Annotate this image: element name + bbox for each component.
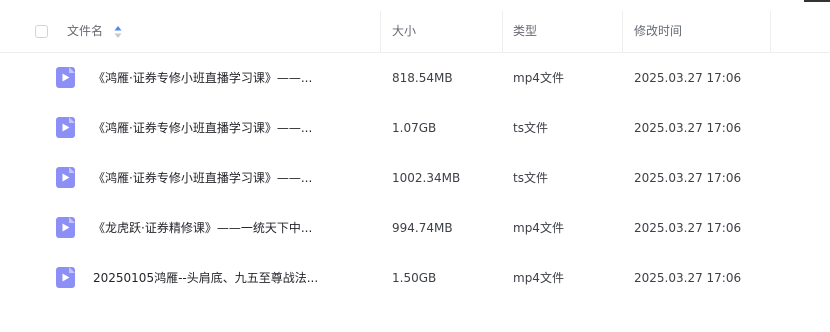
file-type: ts文件 — [513, 121, 548, 135]
file-name[interactable]: 《龙虎跃·证券精修课》——一统天下中... — [93, 203, 312, 253]
file-name[interactable]: 《鸿雁·证券专修小班直播学习课》——... — [93, 153, 312, 203]
file-name[interactable]: 《鸿雁·证券专修小班直播学习课》——... — [93, 103, 312, 153]
file-size: 818.54MB — [392, 71, 453, 85]
file-modified: 2025.03.27 17:06 — [634, 271, 742, 285]
column-header-modified[interactable]: 修改时间 — [634, 11, 682, 52]
file-row[interactable]: 《龙虎跃·证券精修课》——一统天下中... 994.74MB mp4文件 202… — [0, 203, 830, 253]
file-row[interactable]: 20250105鸿雁--头肩底、九五至尊战法... 1.50GB mp4文件 2… — [0, 253, 830, 303]
file-name[interactable]: 20250105鸿雁--头肩底、九五至尊战法... — [93, 253, 318, 303]
column-header-size[interactable]: 大小 — [392, 11, 416, 52]
video-file-icon — [56, 267, 75, 288]
column-divider[interactable] — [502, 11, 503, 52]
file-type: mp4文件 — [513, 221, 564, 235]
column-divider[interactable] — [380, 11, 381, 52]
video-file-icon — [56, 117, 75, 138]
file-type: mp4文件 — [513, 271, 564, 285]
column-header-type[interactable]: 类型 — [513, 11, 537, 52]
column-header-name[interactable]: 文件名 — [67, 11, 103, 52]
file-name[interactable]: 《鸿雁·证券专修小班直播学习课》——... — [93, 53, 312, 103]
file-size: 1.50GB — [392, 271, 437, 285]
video-file-icon — [56, 217, 75, 238]
file-type: ts文件 — [513, 171, 548, 185]
file-modified: 2025.03.27 17:06 — [634, 121, 742, 135]
file-size: 1002.34MB — [392, 171, 461, 185]
file-list-header: 文件名 大小 类型 修改时间 — [0, 11, 830, 53]
file-row[interactable]: 《鸿雁·证券专修小班直播学习课》——... 1002.34MB ts文件 202… — [0, 153, 830, 203]
select-all-checkbox[interactable] — [35, 25, 48, 38]
file-modified: 2025.03.27 17:06 — [634, 71, 742, 85]
file-size: 1.07GB — [392, 121, 437, 135]
window-edge-line — [804, 0, 830, 2]
sort-icon[interactable] — [114, 25, 122, 39]
file-row[interactable]: 《鸿雁·证券专修小班直播学习课》——... 1.07GB ts文件 2025.0… — [0, 103, 830, 153]
file-type: mp4文件 — [513, 71, 564, 85]
file-modified: 2025.03.27 17:06 — [634, 221, 742, 235]
video-file-icon — [56, 67, 75, 88]
column-divider[interactable] — [622, 11, 623, 52]
video-file-icon — [56, 167, 75, 188]
column-divider[interactable] — [770, 11, 771, 52]
file-size: 994.74MB — [392, 221, 453, 235]
file-modified: 2025.03.27 17:06 — [634, 171, 742, 185]
file-row[interactable]: 《鸿雁·证券专修小班直播学习课》——... 818.54MB mp4文件 202… — [0, 53, 830, 103]
